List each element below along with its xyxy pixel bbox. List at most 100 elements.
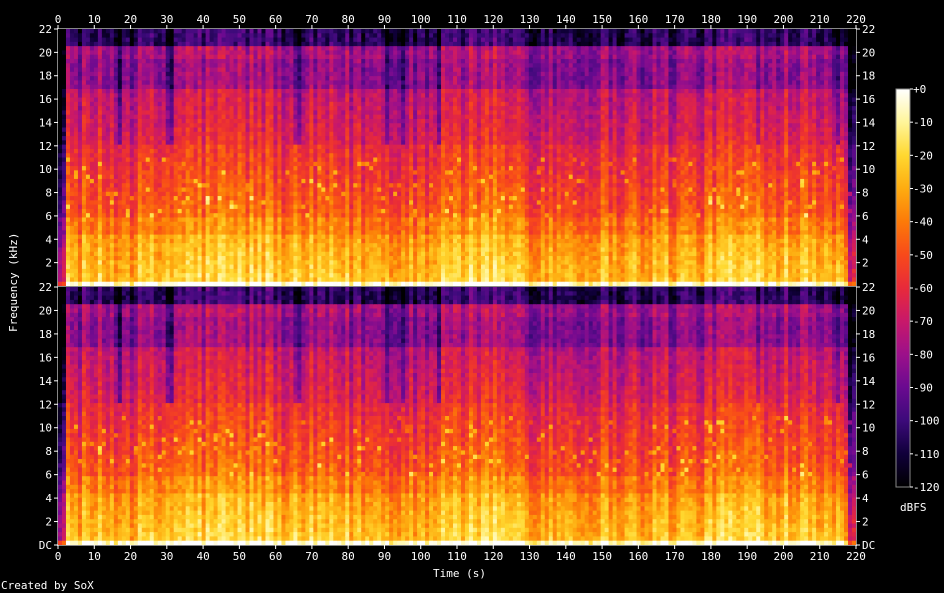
spectrogram-cell: [345, 174, 350, 180]
spectrogram-cell: [361, 153, 366, 159]
spectrogram-cell: [273, 196, 279, 201]
spectrogram-cell: [157, 131, 163, 137]
spectrogram-cell: [61, 80, 67, 86]
spectrogram-cell: [141, 123, 147, 129]
spectrogram-cell: [89, 101, 95, 107]
spectrogram-cell: [117, 234, 123, 240]
spectrogram-cell: [221, 187, 227, 193]
spectrogram-cell: [209, 226, 215, 231]
spectrogram-cell: [153, 221, 159, 227]
spectrogram-cell: [97, 196, 103, 201]
spectrogram-cell: [345, 264, 350, 270]
spectrogram-cell: [121, 88, 127, 94]
spectrogram-cell: [137, 41, 143, 47]
spectrogram-cell: [125, 58, 131, 64]
spectrogram-cell: [361, 63, 366, 69]
spectrogram-cell: [333, 33, 338, 39]
spectrogram-cell: [349, 208, 354, 214]
spectrogram-cell: [58, 76, 63, 81]
spectrogram-cell: [125, 131, 131, 137]
spectrogram-cell: [245, 196, 251, 201]
spectrogram-cell: [297, 127, 302, 133]
spectrogram-cell: [133, 46, 139, 52]
spectrogram-cell: [365, 33, 370, 39]
spectrogram-cell: [293, 131, 298, 137]
spectrogram-cell: [349, 166, 354, 171]
spectrogram-cell: [65, 88, 71, 94]
spectrogram-cell: [125, 247, 131, 253]
spectrogram-cell: [365, 136, 370, 141]
spectrogram-cell: [333, 46, 338, 52]
spectrogram-cell: [313, 157, 318, 163]
spectrogram-cell: [117, 148, 123, 154]
spectrogram-cell: [105, 166, 111, 171]
spectrogram-cell: [265, 37, 271, 43]
spectrogram-cell: [117, 183, 123, 189]
spectrogram-cell: [377, 268, 382, 274]
spectrogram-cell: [381, 226, 386, 231]
spectrogram-cell: [273, 41, 279, 47]
spectrogram-cell: [149, 54, 155, 60]
spectrogram-cell: [241, 131, 247, 137]
spectrogram-cell: [177, 196, 183, 201]
spectrogram-cell: [81, 161, 87, 167]
spectrogram-cell: [145, 93, 151, 99]
spectrogram-cell: [173, 191, 179, 197]
spectrogram-cell: [241, 238, 247, 244]
spectrogram-cell: [201, 200, 207, 206]
spectrogram-cell: [337, 41, 342, 47]
spectrogram-cell: [285, 247, 291, 253]
spectrogram-cell: [329, 277, 334, 283]
spectrogram-cell: [65, 144, 71, 150]
spectrogram-cell: [173, 88, 179, 94]
spectrogram-cell: [285, 260, 291, 266]
spectrogram-cell: [277, 97, 283, 103]
spectrogram-cell: [161, 29, 167, 34]
spectrogram-cell: [189, 170, 195, 176]
spectrogram-cell: [277, 273, 283, 279]
spectrogram-cell: [157, 118, 163, 124]
spectrogram-cell: [173, 71, 179, 77]
spectrogram-cell: [161, 46, 167, 52]
spectrogram-cell: [153, 76, 159, 81]
spectrogram-cell: [225, 170, 231, 176]
spectrogram-cell: [321, 170, 326, 176]
spectrogram-cell: [257, 63, 263, 69]
spectrogram-cell: [121, 123, 127, 129]
spectrogram-cell: [349, 170, 354, 176]
spectrogram-cell: [317, 234, 322, 240]
spectrogram-cell: [193, 127, 199, 133]
spectrogram-cell: [309, 58, 314, 64]
spectrogram-cell: [385, 170, 390, 176]
spectrogram-cell: [97, 80, 103, 86]
spectrogram-cell: [101, 67, 107, 73]
spectrogram-cell: [317, 204, 322, 210]
spectrogram-cell: [297, 58, 302, 64]
spectrogram-cell: [209, 217, 215, 223]
spectrogram-cell: [293, 170, 298, 176]
spectrogram-cell: [161, 54, 167, 60]
spectrogram-cell: [353, 217, 358, 223]
spectrogram-cell: [277, 191, 283, 197]
spectrogram-cell: [385, 63, 390, 69]
spectrogram-cell: [221, 123, 227, 129]
spectrogram-cell: [289, 106, 295, 111]
spectrogram-cell: [137, 230, 143, 236]
spectrogram-cell: [353, 63, 358, 69]
spectrogram-cell: [153, 208, 159, 214]
spectrogram-cell: [153, 106, 159, 111]
spectrogram-cell: [181, 273, 187, 279]
spectrogram-cell: [137, 67, 143, 73]
spectrogram-cell: [149, 127, 155, 133]
spectrogram-cell: [237, 80, 243, 86]
spectrogram-cell: [109, 101, 115, 107]
spectrogram-cell: [297, 174, 302, 180]
spectrogram-cell: [301, 277, 306, 283]
spectrogram-cell: [65, 174, 71, 180]
spectrogram-cell: [133, 84, 139, 90]
spectrogram-cell: [313, 101, 318, 107]
spectrogram-cell: [273, 80, 279, 86]
spectrogram-cell: [261, 191, 267, 197]
spectrogram-cell: [149, 174, 155, 180]
spectrogram-cell: [189, 174, 195, 180]
